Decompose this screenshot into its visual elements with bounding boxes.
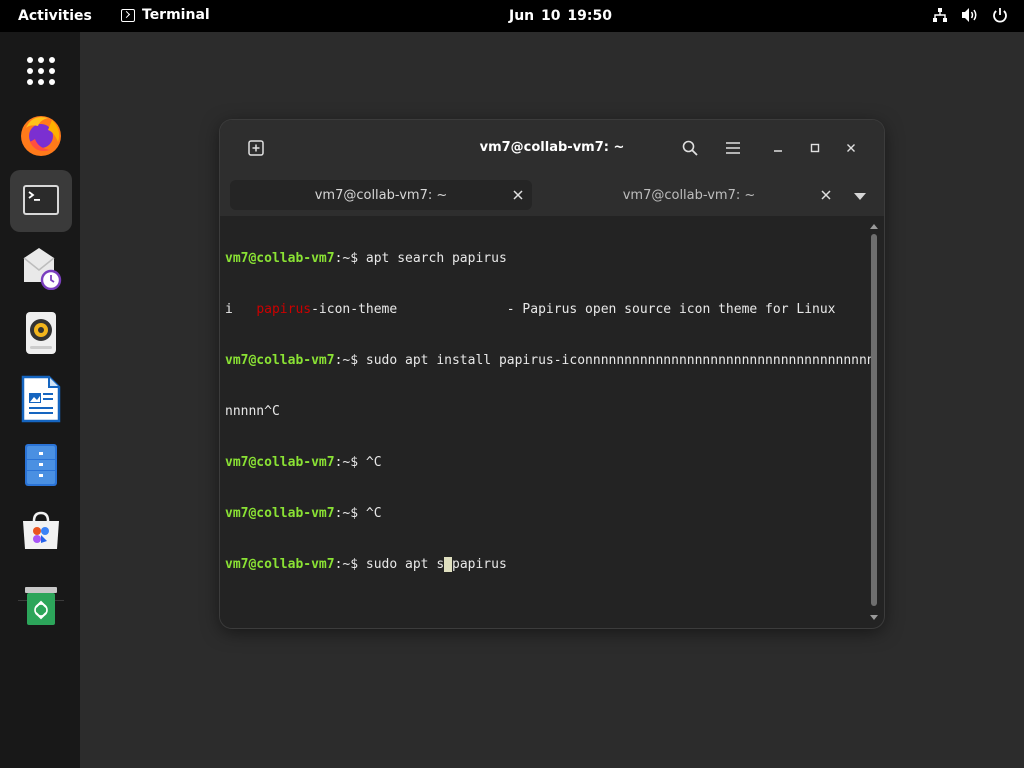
terminal-line: vm7@collab-vm7:~$ apt search papirus: [225, 251, 507, 266]
close-icon: [847, 144, 855, 152]
maximize-icon: [810, 143, 820, 153]
terminal-line: vm7@collab-vm7:~$ ^C: [225, 506, 382, 521]
activities-button[interactable]: Activities: [18, 8, 92, 24]
terminal-window[interactable]: vm7@collab-vm7: ~ vm7@collab-vm7: ~ vm7@…: [220, 120, 884, 628]
maximize-button[interactable]: [803, 136, 827, 160]
scroll-thumb[interactable]: [871, 234, 877, 606]
dock-terminal[interactable]: [10, 170, 72, 232]
dock-files[interactable]: [10, 434, 72, 496]
menu-button[interactable]: [721, 136, 745, 160]
clock[interactable]: Jun 10 19:50: [509, 8, 612, 24]
tab-1-close-icon[interactable]: [510, 187, 526, 203]
tab-2[interactable]: vm7@collab-vm7: ~: [538, 180, 840, 210]
dock-firefox[interactable]: [10, 104, 72, 166]
terminal-icon: [23, 185, 59, 215]
header-bar[interactable]: vm7@collab-vm7: ~: [220, 120, 884, 176]
text-cursor: [444, 557, 452, 572]
top-bar: Activities Terminal Jun 10 19:50: [0, 0, 1024, 32]
tab-list-dropdown-icon[interactable]: [854, 193, 866, 200]
show-apps-icon: [27, 57, 55, 85]
files-icon: [25, 444, 57, 486]
hamburger-menu-icon: [726, 142, 740, 154]
search-button[interactable]: [678, 136, 702, 160]
tab-bar: vm7@collab-vm7: ~ vm7@collab-vm7: ~: [220, 176, 884, 216]
tab-1-label: vm7@collab-vm7: ~: [314, 187, 448, 203]
dock-rhythmbox[interactable]: [10, 302, 72, 364]
dock-software[interactable]: [10, 500, 72, 562]
show-apps-button[interactable]: [10, 40, 72, 102]
evolution-mail-icon: [23, 248, 62, 290]
scrollbar[interactable]: [870, 224, 878, 620]
power-icon[interactable]: [992, 7, 1008, 23]
tab-1[interactable]: vm7@collab-vm7: ~: [230, 180, 532, 210]
terminal-output[interactable]: vm7@collab-vm7:~$ apt search papirus i p…: [220, 216, 875, 628]
terminal-line: vm7@collab-vm7:~$ sudo apt s papirus: [225, 557, 507, 572]
close-button[interactable]: [839, 136, 863, 160]
minimize-icon: [774, 150, 782, 152]
app-menu[interactable]: Terminal: [121, 7, 210, 23]
app-menu-label: Terminal: [142, 7, 210, 23]
scroll-down-arrow-icon[interactable]: [870, 615, 878, 620]
rhythmbox-icon: [26, 312, 56, 354]
terminal-line: i papirus-icon-theme - Papirus open sour…: [225, 302, 836, 317]
search-icon: [682, 140, 698, 156]
software-center-icon: [23, 511, 59, 549]
system-tray[interactable]: [932, 7, 1008, 23]
libreoffice-writer-icon: [21, 375, 61, 423]
terminal-line: vm7@collab-vm7:~$ ^C: [225, 455, 382, 470]
minimize-button[interactable]: [766, 136, 790, 160]
terminal-line: vm7@collab-vm7:~$ sudo apt install papir…: [225, 353, 875, 368]
dock-evolution[interactable]: [10, 236, 72, 298]
terminal-line: nnnnn^C: [225, 404, 280, 419]
dock-writer[interactable]: [10, 368, 72, 430]
network-icon[interactable]: [932, 7, 948, 23]
scroll-up-arrow-icon[interactable]: [870, 224, 878, 229]
tab-2-label: vm7@collab-vm7: ~: [622, 187, 756, 203]
firefox-icon: [21, 116, 61, 156]
dock-trash[interactable]: [10, 574, 72, 636]
trash-icon: [25, 587, 57, 625]
tab-2-close-icon[interactable]: [818, 187, 834, 203]
volume-icon[interactable]: [961, 7, 979, 23]
dock: [0, 32, 80, 768]
terminal-app-icon: [121, 8, 135, 22]
